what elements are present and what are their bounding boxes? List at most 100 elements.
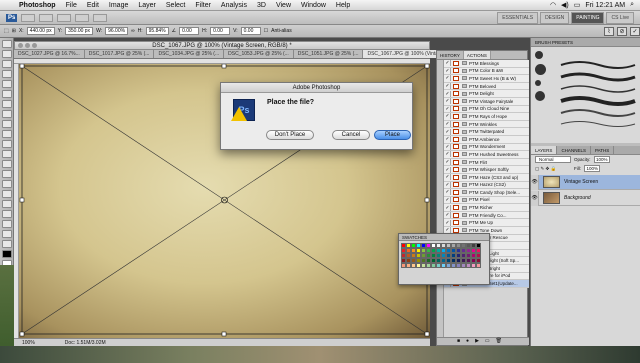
dialog-toggle-icon[interactable]	[453, 182, 459, 188]
dialog-toggle-icon[interactable]	[453, 75, 459, 81]
tab-layers[interactable]: LAYERS	[531, 146, 558, 154]
action-set-row[interactable]: ✓ PTM Color B &W	[444, 67, 529, 76]
toggle-checkbox[interactable]: ✓	[445, 159, 451, 166]
action-set-row[interactable]: ✓ PTM Twitterpated	[444, 128, 529, 136]
action-set-row[interactable]: ✓ PTM Flirt	[444, 158, 529, 167]
menu-edit[interactable]: Edit	[82, 2, 104, 9]
move-tool-icon[interactable]	[1, 40, 12, 48]
clock[interactable]: Fri 12:21 AM	[585, 2, 625, 9]
dialog-toggle-icon[interactable]	[453, 174, 459, 180]
vskew-field[interactable]: 0.00	[240, 27, 261, 35]
action-set-row[interactable]: ✓ PTM Wonderment	[444, 143, 529, 152]
dialog-toggle-icon[interactable]	[453, 98, 459, 104]
screen-mode-button[interactable]	[93, 13, 108, 22]
toggle-checkbox[interactable]: ✓	[445, 83, 451, 90]
toggle-checkbox[interactable]: ✓	[445, 143, 451, 150]
blend-mode-select[interactable]: Normal	[535, 156, 571, 163]
arrange-documents-button[interactable]	[75, 13, 90, 22]
action-set-row[interactable]: ✓ PTM Delight	[444, 90, 529, 98]
toggle-checkbox[interactable]: ✓	[445, 75, 451, 82]
minimize-window-icon[interactable]	[25, 43, 30, 48]
quick-select-tool-icon[interactable]	[1, 70, 12, 78]
menu-window[interactable]: Window	[296, 2, 331, 9]
tab-document[interactable]: DSC_1053.JPG @ 25% (...	[224, 50, 294, 58]
wifi-icon[interactable]: ◠	[550, 1, 556, 9]
reference-point-icon[interactable]: ⊞	[12, 28, 16, 34]
action-set-row[interactable]: ✓ PTM Rays of Hope	[444, 113, 529, 121]
toggle-checkbox[interactable]: ✓	[445, 189, 451, 196]
pen-tool-icon[interactable]	[1, 180, 12, 188]
toggle-checkbox[interactable]: ✓	[445, 166, 451, 173]
menu-view[interactable]: View	[271, 2, 296, 9]
color-swatch[interactable]	[476, 263, 481, 268]
toggle-checkbox[interactable]: ✓	[445, 212, 451, 219]
play-icon[interactable]: ▶	[475, 338, 479, 345]
document-size[interactable]: Doc: 1.51M/3.02M	[65, 340, 106, 346]
action-set-row[interactable]: ✓ PTM Blessings	[444, 60, 529, 68]
minibridge-button[interactable]	[39, 13, 54, 22]
zoom-tool-icon[interactable]	[1, 240, 12, 248]
workspace-essentials[interactable]: ESSENTIALS	[497, 11, 539, 24]
cancel-transform-icon[interactable]: ⊘	[617, 26, 627, 36]
eye-icon[interactable]: 👁	[531, 190, 539, 206]
dialog-toggle-icon[interactable]	[453, 205, 459, 211]
action-set-row[interactable]: ✓ PTM Friendly Co...	[444, 211, 529, 220]
width-field[interactable]: 96.00%	[105, 27, 129, 35]
brush-tool-icon[interactable]	[1, 110, 12, 118]
dialog-toggle-icon[interactable]	[453, 151, 459, 157]
action-set-row[interactable]: ✓ PTM Hushed Sweetness	[444, 151, 529, 159]
toggle-checkbox[interactable]: ✓	[445, 60, 451, 67]
lasso-tool-icon[interactable]	[1, 60, 12, 68]
dodge-tool-icon[interactable]	[1, 170, 12, 178]
eraser-tool-icon[interactable]	[1, 140, 12, 148]
tab-history[interactable]: HISTORY	[437, 51, 464, 59]
gradient-tool-icon[interactable]	[1, 150, 12, 158]
type-tool-icon[interactable]	[1, 190, 12, 198]
action-set-row[interactable]: ✓ PTM Haze (CS3 and up)	[444, 173, 529, 182]
spotlight-icon[interactable]: ⌕	[630, 1, 634, 9]
dialog-toggle-icon[interactable]	[453, 167, 459, 173]
tab-actions[interactable]: ACTIONS	[463, 51, 491, 59]
shape-tool-icon[interactable]	[1, 210, 12, 218]
menu-help[interactable]: Help	[331, 2, 355, 9]
dialog-toggle-icon[interactable]	[453, 144, 459, 150]
path-select-tool-icon[interactable]	[1, 200, 12, 208]
healing-brush-tool-icon[interactable]	[1, 100, 12, 108]
tab-document[interactable]: DSC_1051.JPG @ 25% (...	[293, 50, 364, 58]
brush-tip-icon[interactable]	[535, 80, 541, 86]
layer-row-selected[interactable]: 👁 Vintage Screen	[531, 174, 640, 190]
zoom-level-button[interactable]	[57, 13, 72, 22]
dialog-toggle-icon[interactable]	[453, 91, 459, 97]
eye-icon[interactable]: 👁	[531, 174, 539, 190]
record-icon[interactable]: ●	[466, 338, 469, 345]
dialog-toggle-icon[interactable]	[453, 136, 459, 142]
zoom-window-icon[interactable]	[32, 43, 37, 48]
workspace-painting[interactable]: PAINTING	[571, 11, 605, 24]
hskew-field[interactable]: 0.00	[210, 27, 231, 35]
dialog-toggle-icon[interactable]	[453, 83, 459, 89]
toggle-checkbox[interactable]: ✓	[445, 128, 451, 135]
action-set-row[interactable]: ✓ PTM Wrinkles	[444, 120, 529, 129]
cancel-button[interactable]: Cancel	[332, 130, 370, 140]
dialog-toggle-icon[interactable]	[453, 60, 459, 66]
toggle-checkbox[interactable]: ✓	[445, 196, 451, 203]
toggle-checkbox[interactable]: ✓	[445, 67, 451, 74]
dialog-toggle-icon[interactable]	[453, 113, 459, 119]
action-set-row[interactable]: ✓ PTM Ambience	[444, 135, 529, 144]
antialias-checkbox[interactable]: ☐	[264, 28, 268, 34]
action-set-row[interactable]: ✓ PTM Richer	[444, 204, 529, 212]
hand-tool-icon[interactable]	[1, 230, 12, 238]
action-set-row[interactable]: ✓ PTM Pixel	[444, 196, 529, 205]
tab-document[interactable]: DSC_1027.JPG @ 16.7%...	[14, 50, 85, 58]
toggle-checkbox[interactable]: ✓	[445, 151, 451, 158]
action-set-row[interactable]: ✓ PTM Candy Shop (Sele...	[444, 189, 529, 197]
dialog-toggle-icon[interactable]	[453, 189, 459, 195]
action-set-row[interactable]: ✓ PTM Haze2 (CS2)	[444, 181, 529, 190]
zoom-level[interactable]: 100%	[22, 340, 35, 346]
action-set-row[interactable]: ✓ PTM Sweet Hx (B & W)	[444, 75, 529, 83]
eyedropper-tool-icon[interactable]	[1, 90, 12, 98]
action-set-row[interactable]: ✓ PTM Whisper Softly	[444, 166, 529, 174]
toggle-checkbox[interactable]: ✓	[445, 204, 451, 211]
close-window-icon[interactable]	[18, 43, 23, 48]
brush-stroke-previews[interactable]	[559, 59, 637, 129]
